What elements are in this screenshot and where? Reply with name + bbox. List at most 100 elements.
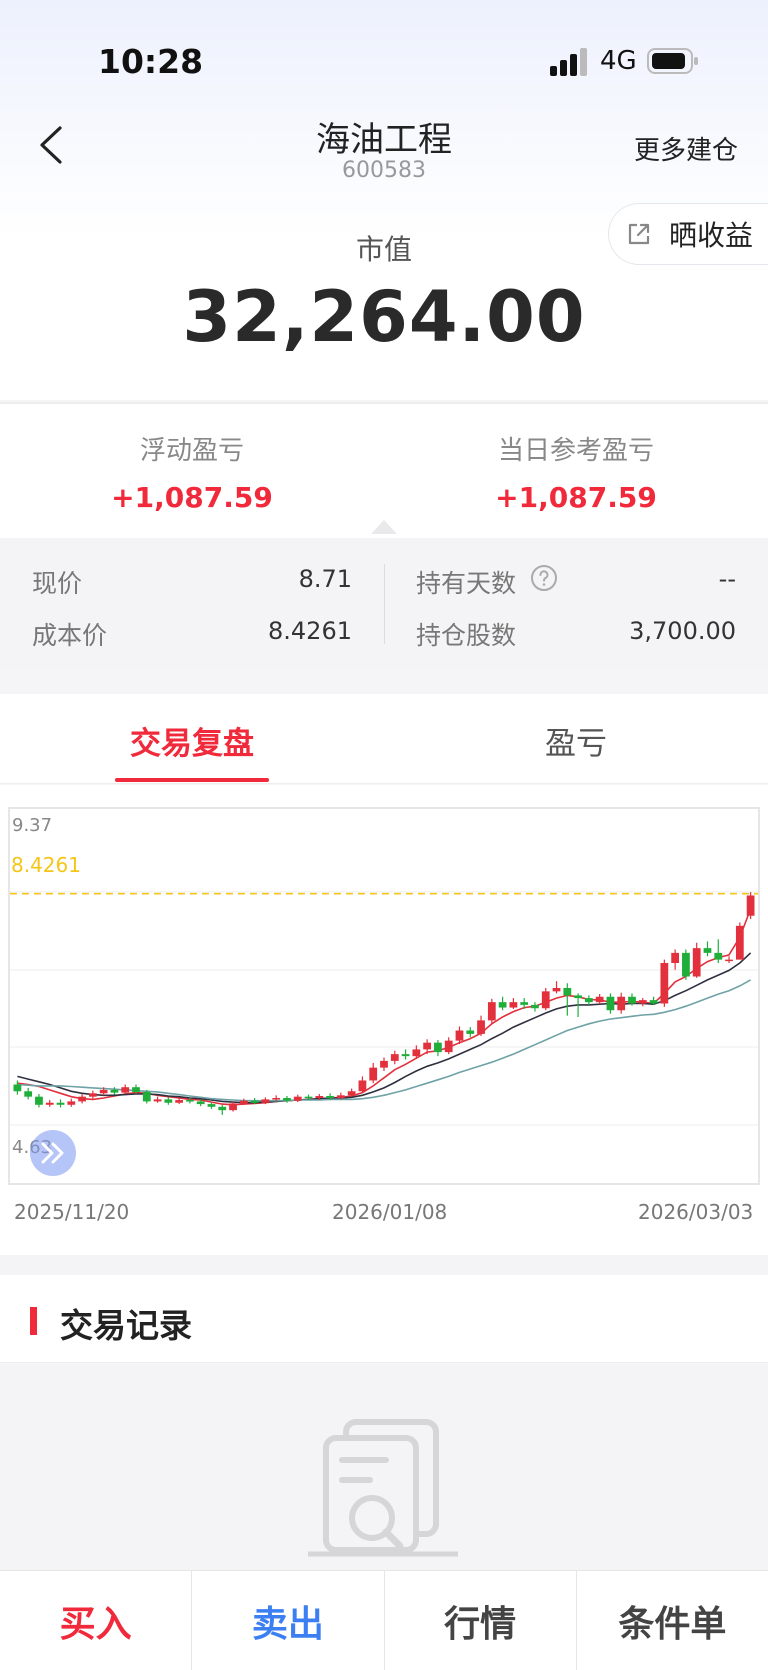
- stock-name: 海油工程: [316, 120, 452, 160]
- candle-body: [142, 1091, 151, 1102]
- battery-icon: [647, 48, 698, 74]
- candle-body: [692, 948, 701, 977]
- conditional-order-button[interactable]: 条件单: [577, 1571, 768, 1670]
- candle-body: [477, 1020, 485, 1034]
- y-max-label: 9.37: [12, 815, 53, 836]
- candle-body: [703, 948, 712, 953]
- x-tick-label: 2026/03/03: [638, 1200, 754, 1224]
- candle-body: [682, 952, 690, 977]
- candle-body: [347, 1091, 356, 1096]
- help-icon[interactable]: [530, 564, 558, 592]
- floating-pl-value: +1,087.59: [111, 481, 273, 514]
- section-spacer: [0, 1255, 768, 1275]
- candle-body: [78, 1096, 86, 1102]
- more-build-position-button[interactable]: 更多建仓: [634, 130, 738, 167]
- candle-body: [444, 1040, 453, 1053]
- candle-body: [434, 1042, 442, 1053]
- candle-body: [110, 1089, 119, 1093]
- double-chevron-right-icon: [41, 1142, 64, 1164]
- position-info: 现价 8.71 成本价 8.4261 持有天数 -- 持仓股数 3,700.00: [0, 538, 768, 668]
- bottom-action-bar: 买入 卖出 行情 条件单: [0, 1570, 768, 1670]
- x-tick-label: 2025/11/20: [14, 1200, 130, 1224]
- candle-body: [56, 1102, 65, 1105]
- status-time: 10:28: [98, 42, 204, 81]
- current-price-value: 8.71: [298, 565, 352, 593]
- moving-average-line: [17, 979, 751, 1102]
- daily-pl: 当日参考盈亏 +1,087.59: [384, 404, 768, 514]
- trade-records-title: 交易记录: [60, 1306, 192, 1345]
- candle-body: [638, 1000, 647, 1004]
- candle-body: [595, 996, 604, 1003]
- floating-pl-label: 浮动盈亏: [139, 436, 244, 466]
- candle-body: [315, 1095, 324, 1099]
- tab-bar: 交易复盘 盈亏: [0, 694, 768, 784]
- candle-body: [423, 1042, 432, 1050]
- holding-days-value: --: [718, 565, 736, 593]
- cost-price-value: 8.4261: [268, 617, 352, 645]
- active-tab-indicator: [115, 778, 269, 782]
- candle-body: [735, 925, 744, 960]
- candle-body: [336, 1095, 345, 1099]
- candle-body: [390, 1054, 399, 1061]
- candle-body: [250, 1100, 259, 1103]
- info-divider: [384, 564, 385, 644]
- expand-chart-button[interactable]: [30, 1130, 76, 1176]
- candle-body: [13, 1084, 22, 1092]
- candle-body: [164, 1099, 173, 1103]
- shares-label: 持仓股数: [416, 621, 517, 650]
- candle-body: [401, 1054, 410, 1057]
- candle-body: [35, 1096, 43, 1105]
- candle-body: [369, 1067, 378, 1081]
- cost-reference-label: 8.4261: [11, 853, 81, 877]
- back-arrow-icon[interactable]: [36, 124, 66, 166]
- candle-body: [153, 1099, 162, 1102]
- candle-body: [132, 1087, 140, 1092]
- sell-button[interactable]: 卖出: [192, 1571, 385, 1670]
- candle-body: [88, 1093, 97, 1097]
- trade-records-header: 交易记录: [0, 1275, 768, 1363]
- candle-body: [196, 1101, 205, 1105]
- candle-body: [229, 1103, 237, 1111]
- daily-pl-value: +1,087.59: [495, 481, 657, 514]
- moving-average-line: [17, 908, 752, 1106]
- empty-document-search-icon: [308, 1419, 458, 1557]
- candle-body: [746, 895, 755, 916]
- candlestick-chart[interactable]: [0, 785, 768, 1255]
- cost-price-label: 成本价: [32, 621, 108, 650]
- tab-profit-loss[interactable]: 盈亏: [384, 718, 768, 763]
- market-value-label: 市值: [355, 233, 412, 266]
- moving-average-line: [17, 952, 752, 1104]
- candle-body: [520, 1002, 529, 1005]
- trade-review-chart: 9.37 8.4261 4.63 2025/11/20 2026/01/08 2…: [0, 785, 768, 1255]
- candle-body: [24, 1091, 33, 1097]
- candle-body: [498, 1002, 507, 1008]
- x-tick-label: 2026/01/08: [332, 1200, 448, 1224]
- current-price-label: 现价: [32, 569, 83, 598]
- candle-body: [283, 1098, 291, 1101]
- candle-body: [186, 1100, 194, 1102]
- candle-body: [293, 1096, 302, 1101]
- candle-body: [466, 1030, 475, 1034]
- candle-body: [725, 959, 733, 962]
- candle-body: [326, 1095, 334, 1099]
- tab-trade-review[interactable]: 交易复盘: [0, 718, 384, 763]
- stock-code: 600583: [342, 158, 426, 183]
- candle-body: [552, 987, 561, 992]
- buy-button[interactable]: 买入: [0, 1571, 193, 1670]
- candle-body: [272, 1098, 281, 1100]
- candle-body: [628, 996, 636, 1004]
- candle-body: [67, 1101, 76, 1105]
- candle-body: [99, 1089, 108, 1094]
- candle-body: [574, 995, 582, 999]
- candle-body: [714, 952, 723, 960]
- candle-body: [487, 1002, 496, 1021]
- candle-body: [649, 1000, 658, 1004]
- candle-body: [239, 1100, 248, 1104]
- holding-days-label: 持有天数: [416, 569, 517, 598]
- candle-body: [563, 987, 572, 996]
- candle-body: [358, 1080, 367, 1092]
- market-quote-button[interactable]: 行情: [385, 1571, 577, 1670]
- candle-body: [531, 1004, 539, 1009]
- cellular-signal-icon: [550, 48, 587, 76]
- candle-body: [455, 1030, 464, 1041]
